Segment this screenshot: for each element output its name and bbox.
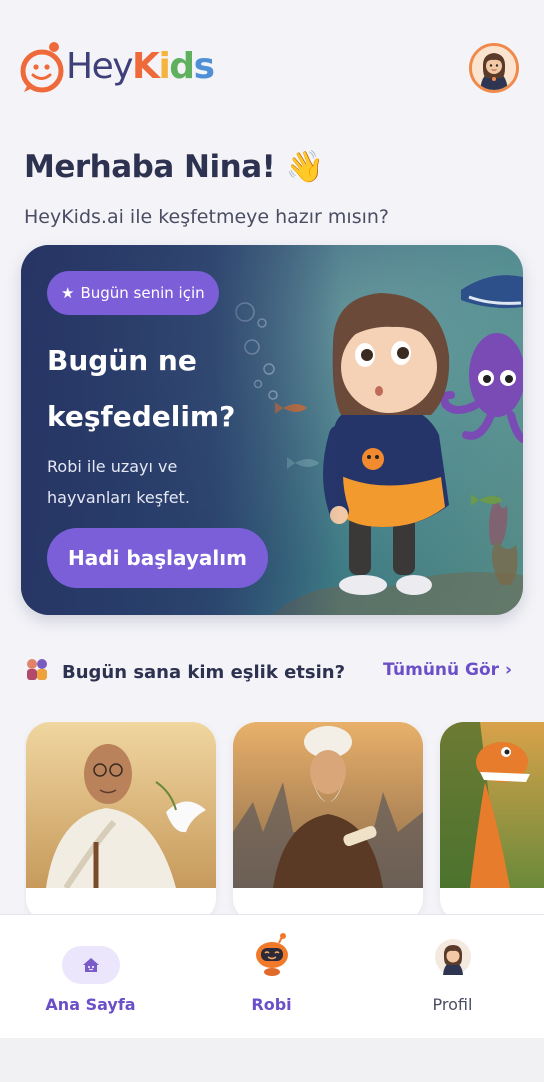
tab-profile[interactable]: Profil <box>362 915 543 1039</box>
companion-card-dinosaur[interactable] <box>440 722 544 922</box>
hero-desc-line1: Robi ile uzayı ve <box>47 457 178 476</box>
today-for-you-badge: ★ Bugün senin için <box>47 271 219 315</box>
companions-title: Bugün sana kim eşlik etsin? <box>62 662 346 683</box>
badge-label: Bugün senin için <box>80 284 205 302</box>
start-button[interactable]: Hadi başlayalım <box>47 528 268 588</box>
dinosaur-portrait-image <box>440 722 544 922</box>
hero-card[interactable]: ★ Bugün senin için Bugün ne keşfedelim? … <box>21 245 523 615</box>
gandhi-portrait-image <box>26 722 216 922</box>
logo-chat-bubble-icon <box>20 40 66 94</box>
greeting-title: Merhaba Nina! 👋 <box>24 149 324 185</box>
profile-avatar-button[interactable] <box>469 43 519 93</box>
girl-avatar-icon <box>472 46 516 90</box>
hero-description: Robi ile uzayı ve hayvanları keşfet. <box>47 451 247 513</box>
companion-card-ottoman-scholar[interactable] <box>233 722 423 922</box>
bottom-tab-bar: Ana Sayfa Robi Profil <box>0 914 544 1038</box>
hero-title-line2: keşfedelim? <box>47 400 236 433</box>
robi-robot-icon <box>253 933 291 981</box>
companions-section-header: Bugün sana kim eşlik etsin? Tümünü Gör › <box>24 652 520 692</box>
tab-robi-label: Robi <box>251 995 292 1014</box>
heykids-logo[interactable]: HeyKids <box>20 40 215 94</box>
tab-profile-label: Profil <box>432 995 473 1014</box>
hero-title: Bugün ne keşfedelim? <box>47 333 307 445</box>
hero-title-line1: Bugün ne <box>47 344 197 377</box>
tab-home-label: Ana Sayfa <box>45 995 136 1014</box>
home-icon <box>82 958 99 972</box>
app-header: HeyKids <box>0 0 544 120</box>
hero-desc-line2: hayvanları keşfet. <box>47 488 190 507</box>
tab-robi[interactable]: Robi <box>181 915 362 1039</box>
ottoman-scholar-portrait-image <box>233 722 423 922</box>
companion-carousel[interactable] <box>24 722 544 922</box>
see-all-link[interactable]: Tümünü Gör › <box>383 660 512 680</box>
companion-card-gandhi[interactable] <box>26 722 216 922</box>
tab-home[interactable]: Ana Sayfa <box>0 915 181 1039</box>
system-bottom-bar <box>0 1038 544 1082</box>
kids-icon <box>24 656 50 684</box>
logo-wordmark: HeyKids <box>66 46 215 87</box>
home-icon-pill <box>61 946 120 984</box>
greeting-subtitle: HeyKids.ai ile keşfetmeye hazır mısın? <box>24 206 389 228</box>
profile-avatar-icon <box>434 939 471 979</box>
star-icon: ★ <box>61 284 75 302</box>
